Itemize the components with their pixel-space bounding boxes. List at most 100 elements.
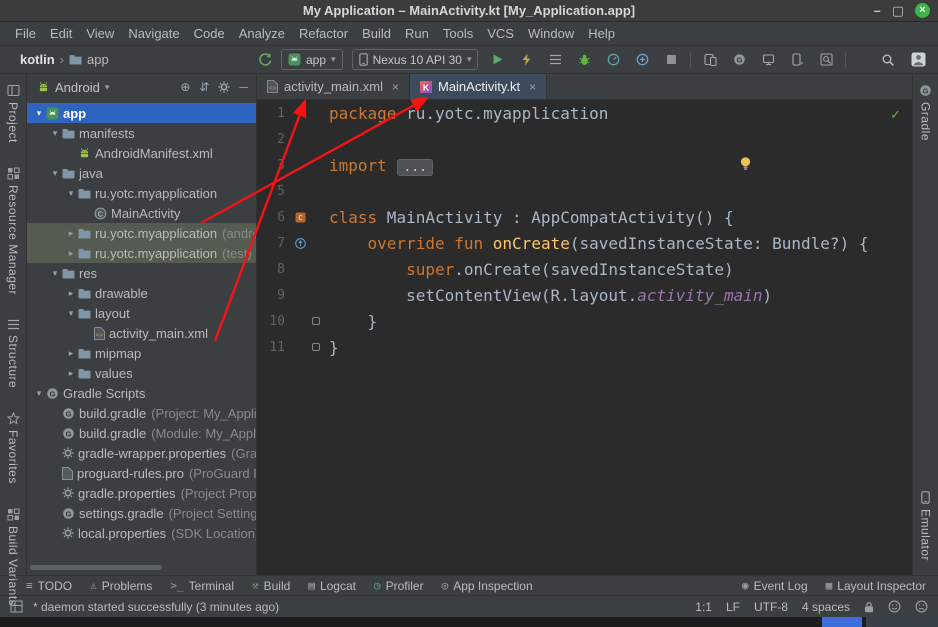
menu-vcs[interactable]: VCS [480, 24, 521, 43]
tree-item-settings-gradle[interactable]: Gsettings.gradle(Project Settings) [27, 503, 256, 523]
tree-item-ru-yotc-myapplication[interactable]: ▸ru.yotc.myapplication(test) [27, 243, 256, 263]
close-tab-icon[interactable]: × [392, 80, 399, 94]
tree-item-local-properties[interactable]: local.properties(SDK Location) [27, 523, 256, 543]
toolwindow-button-project[interactable]: Project [6, 84, 20, 143]
settings-gear-icon[interactable] [218, 81, 230, 93]
tree-item-res[interactable]: ▾res [27, 263, 256, 283]
tool-button-terminal[interactable]: >_Terminal [170, 579, 234, 593]
tree-item-activity-main-xml[interactable]: <>activity_main.xml [27, 323, 256, 343]
profile-avatar[interactable] [908, 50, 928, 70]
search-everywhere-button[interactable] [878, 50, 898, 70]
tool-button-todo[interactable]: ≡TODO [26, 579, 72, 593]
attach-debugger-button[interactable] [632, 50, 652, 70]
menu-code[interactable]: Code [187, 24, 232, 43]
code-text[interactable]: override fun onCreate(savedInstanceState… [323, 234, 868, 253]
code-text[interactable]: package ru.yotc.myapplication [323, 104, 608, 123]
maximize-button[interactable]: ▢ [892, 4, 904, 17]
line-separator[interactable]: LF [726, 600, 740, 614]
class-gutter-icon[interactable]: C [295, 212, 306, 223]
code-text[interactable]: } [323, 338, 339, 357]
fold-marker-icon[interactable] [312, 317, 320, 325]
expand-collapse-icon[interactable]: ⇵ [199, 80, 209, 94]
tree-item-mipmap[interactable]: ▸mipmap [27, 343, 256, 363]
hide-panel-icon[interactable]: ─ [239, 80, 248, 94]
menu-view[interactable]: View [79, 24, 121, 43]
code-text[interactable]: super.onCreate(savedInstanceState) [323, 260, 734, 279]
caret-position[interactable]: 1:1 [695, 600, 712, 614]
code-text[interactable]: import ... [323, 156, 434, 175]
tool-button-build[interactable]: ⚒Build [252, 579, 290, 593]
device-select[interactable]: Nexus 10 API 30▾ [352, 49, 479, 70]
tree-item-values[interactable]: ▸values [27, 363, 256, 383]
breadcrumb-module[interactable]: kotlin [20, 52, 55, 67]
chevron-right-icon[interactable]: ▸ [65, 368, 77, 379]
menu-build[interactable]: Build [355, 24, 398, 43]
toolwindow-button-gradle[interactable]: GGradle [919, 84, 933, 141]
tree-item-app[interactable]: ▾app [27, 103, 256, 123]
menu-refactor[interactable]: Refactor [292, 24, 355, 43]
toolwindow-button-emulator[interactable]: Emulator [919, 491, 933, 561]
toolwindow-button-build-variants[interactable]: Build Variants [6, 508, 20, 606]
minimize-button[interactable]: – [873, 4, 880, 17]
code-editor[interactable]: 1package ru.yotc.myapplication23import .… [257, 100, 912, 575]
run-config-select[interactable]: app▾ [281, 49, 343, 70]
tree-item-java[interactable]: ▾java [27, 163, 256, 183]
sync-project-icon[interactable] [258, 53, 272, 67]
readonly-lock-icon[interactable] [864, 601, 874, 613]
chevron-down-icon[interactable]: ▾ [49, 128, 61, 139]
code-text[interactable]: setContentView(R.layout.activity_main) [323, 286, 772, 305]
menu-file[interactable]: File [8, 24, 43, 43]
avd-manager-button[interactable] [787, 50, 807, 70]
editor-tab-activity-main-xml[interactable]: <>activity_main.xml× [257, 74, 410, 99]
chevron-down-icon[interactable]: ▾ [65, 188, 77, 199]
code-text[interactable]: class MainActivity : AppCompatActivity()… [323, 208, 734, 227]
tool-button-layout-inspector[interactable]: ▦Layout Inspector [826, 579, 926, 593]
chevron-down-icon[interactable]: ▾ [49, 268, 61, 279]
chevron-down-icon[interactable]: ▾ [33, 108, 45, 119]
tool-button-app-inspection[interactable]: ◎App Inspection [442, 579, 533, 593]
breadcrumb-leaf[interactable]: app [87, 52, 109, 67]
menu-run[interactable]: Run [398, 24, 436, 43]
horizontal-scrollbar[interactable] [30, 565, 162, 570]
tree-item-build-gradle[interactable]: Gbuild.gradle(Project: My_Application) [27, 403, 256, 423]
tree-item-manifests[interactable]: ▾manifests [27, 123, 256, 143]
chevron-right-icon[interactable]: ▸ [65, 228, 77, 239]
chevron-right-icon[interactable]: ▸ [65, 288, 77, 299]
stop-button[interactable] [661, 50, 681, 70]
menu-tools[interactable]: Tools [436, 24, 480, 43]
menu-help[interactable]: Help [581, 24, 622, 43]
tool-button-logcat[interactable]: ▤Logcat [308, 579, 356, 593]
feedback-frown-icon[interactable] [915, 600, 928, 613]
tool-button-problems[interactable]: ⚠Problems [90, 579, 152, 593]
menu-edit[interactable]: Edit [43, 24, 79, 43]
folded-region[interactable]: ... [397, 159, 432, 176]
tree-item-build-gradle[interactable]: Gbuild.gradle(Module: My_Application.app… [27, 423, 256, 443]
close-button[interactable]: × [915, 3, 930, 18]
override-gutter-icon[interactable] [295, 238, 306, 249]
close-tab-icon[interactable]: × [529, 80, 536, 94]
tree-item-ru-yotc-myapplication[interactable]: ▾ru.yotc.myapplication [27, 183, 256, 203]
project-view-selector[interactable]: Android [55, 80, 100, 95]
device-manager-button[interactable] [700, 50, 720, 70]
tree-item-drawable[interactable]: ▸drawable [27, 283, 256, 303]
debug-button[interactable] [574, 50, 594, 70]
tree-item-mainactivity[interactable]: CMainActivity [27, 203, 256, 223]
toolwindow-button-favorites[interactable]: Favorites [6, 412, 20, 484]
chevron-right-icon[interactable]: ▸ [65, 248, 77, 259]
locate-file-icon[interactable]: ⊕ [180, 80, 190, 94]
indent-setting[interactable]: 4 spaces [802, 600, 850, 614]
toolwindow-button-resource-manager[interactable]: Resource Manager [6, 167, 20, 295]
layout-inspector-button[interactable] [816, 50, 836, 70]
toolwindow-switcher-icon[interactable] [10, 600, 23, 613]
sync-gradle-button[interactable]: G [729, 50, 749, 70]
run-button[interactable] [487, 50, 507, 70]
chevron-down-icon[interactable]: ▾ [49, 168, 61, 179]
tree-item-gradle-scripts[interactable]: ▾GGradle Scripts [27, 383, 256, 403]
tool-button-event-log[interactable]: ◉Event Log [742, 579, 808, 593]
chevron-down-icon[interactable]: ▾ [65, 308, 77, 319]
menu-navigate[interactable]: Navigate [121, 24, 186, 43]
sdk-manager-button[interactable] [758, 50, 778, 70]
tree-item-proguard-rules-pro[interactable]: proguard-rules.pro(ProGuard Rules for ap… [27, 463, 256, 483]
editor-tab-mainactivity-kt[interactable]: KMainActivity.kt× [410, 74, 547, 99]
profile-button[interactable] [603, 50, 623, 70]
